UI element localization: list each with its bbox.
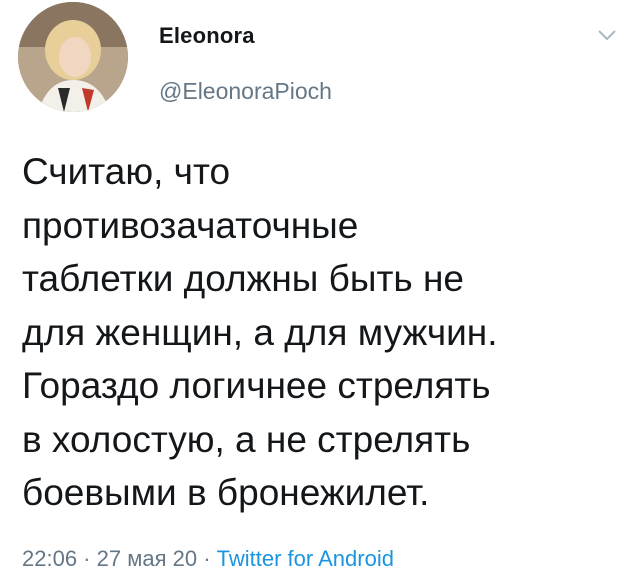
avatar[interactable] <box>18 2 128 112</box>
chevron-down-icon[interactable] <box>597 27 617 43</box>
tweet-text: Считаю, что противозачаточные таблетки д… <box>22 151 498 513</box>
tweet-source-link[interactable]: Twitter for Android <box>217 546 394 571</box>
meta-separator: · <box>197 546 217 571</box>
author-name[interactable]: Eleonora <box>159 23 255 49</box>
meta-separator: · <box>77 546 97 571</box>
tweet-card: Eleonora @EleonoraPioch Считаю, что прот… <box>0 0 640 587</box>
tweet-time[interactable]: 22:06 <box>22 546 77 571</box>
tweet-date[interactable]: 27 мая 20 <box>97 546 197 571</box>
tweet-meta: 22:06 · 27 мая 20 · Twitter for Android <box>22 546 394 572</box>
author-handle[interactable]: @EleonoraPioch <box>159 78 332 105</box>
